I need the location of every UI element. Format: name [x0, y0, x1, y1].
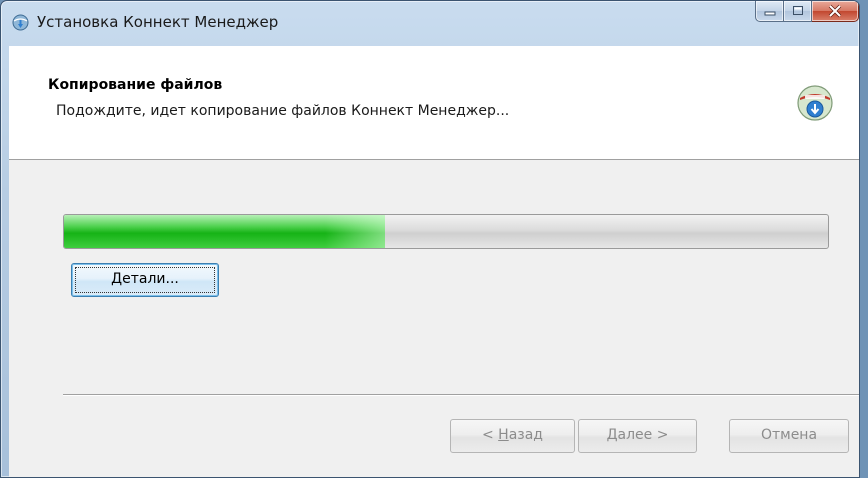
installer-globe-icon [12, 14, 29, 31]
separator-line [63, 394, 859, 396]
back-accel: Н [498, 427, 509, 443]
minimize-icon [764, 11, 775, 16]
minimize-button[interactable] [755, 1, 784, 22]
back-button[interactable]: < Назад [450, 419, 575, 453]
details-button[interactable]: Детали... [71, 263, 219, 297]
wizard-body: Детали... < Назад Далее > Отмена [9, 160, 859, 477]
close-button[interactable] [812, 1, 859, 22]
progress-fill [64, 215, 385, 248]
next-accel: Д [606, 427, 618, 443]
page-title: Копирование файлов [48, 77, 223, 93]
installer-window: Установка Коннект Менеджер Копирование ф… [0, 0, 860, 478]
title-bar[interactable]: Установка Коннект Менеджер [1, 1, 859, 45]
focus-rectangle [75, 267, 215, 293]
next-button[interactable]: Далее > [578, 419, 697, 453]
page-subtitle: Подождите, идет копирование файлов Конне… [56, 103, 510, 119]
back-prefix: < [481, 427, 499, 443]
copy-progress-bar [63, 214, 829, 249]
window-title: Установка Коннект Менеджер [37, 13, 279, 31]
caption-buttons [755, 1, 859, 27]
back-label: азад [508, 427, 543, 443]
wizard-header: Копирование файлов Подождите, идет копир… [9, 46, 859, 160]
install-download-icon [797, 85, 833, 121]
next-label: алее > [617, 427, 669, 443]
maximize-icon [792, 6, 803, 15]
cancel-button[interactable]: Отмена [729, 419, 849, 453]
cancel-label: Отмена [760, 427, 818, 443]
close-icon [828, 4, 842, 18]
maximize-button[interactable] [784, 1, 812, 22]
